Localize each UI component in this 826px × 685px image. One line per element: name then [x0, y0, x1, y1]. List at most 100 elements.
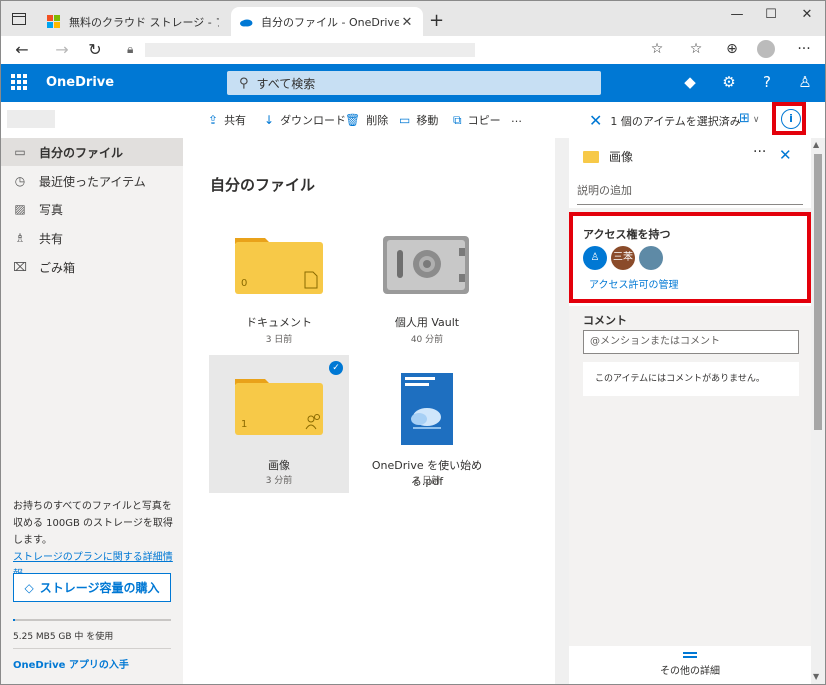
maximize-icon[interactable]: ☐: [761, 7, 781, 22]
more-details-button[interactable]: その他の詳細: [569, 646, 811, 684]
back-icon[interactable]: ←: [11, 40, 33, 59]
file-modified: 3 分前: [265, 476, 293, 486]
tab-title: 自分のファイル - OneDrive: [261, 16, 399, 29]
tab-free-storage[interactable]: 無料のクラウド ストレージ - ファイル共: [39, 7, 227, 37]
share-button[interactable]: ⇪ 共有: [208, 112, 246, 128]
sidebar-item-label: 写真: [39, 202, 64, 217]
microsoft-logo-icon: [47, 15, 60, 28]
file-tile-documents[interactable]: 0 ドキュメント 3 日前: [209, 216, 349, 354]
search-input[interactable]: ⚲ すべて検索: [227, 71, 601, 95]
favorite-star-icon[interactable]: ☆: [646, 41, 668, 57]
settings-more-icon[interactable]: ···: [793, 41, 815, 57]
app-launcher-icon[interactable]: [11, 74, 27, 90]
details-more-button[interactable]: ···: [753, 144, 766, 160]
folder-icon: ▭: [14, 145, 26, 159]
download-label: ダウンロード: [280, 114, 347, 127]
comment-input[interactable]: @メンションまたはコメント: [583, 330, 799, 354]
details-header: 画像 ··· ✕ 説明の追加: [569, 138, 811, 208]
close-icon[interactable]: ✕: [779, 146, 792, 164]
move-icon: ▭: [399, 113, 411, 127]
tab-title: 無料のクラウド ストレージ - ファイル共: [69, 16, 219, 29]
file-name: ドキュメント: [246, 316, 312, 329]
history-icon: ◷: [14, 174, 26, 188]
left-navigation: ▭ 自分のファイル ◷ 最近使ったアイテム ▨ 写真 ♗ 共有 ⌧ ごみ箱 お持…: [1, 138, 183, 684]
shared-folder-icon: 1: [235, 379, 323, 435]
new-tab-icon[interactable]: +: [429, 10, 444, 31]
help-icon[interactable]: ?: [755, 73, 779, 91]
folder-icon: [583, 150, 599, 163]
people-icon: ♗: [14, 231, 26, 245]
sidebar-item-recycle-bin[interactable]: ⌧ ごみ箱: [1, 253, 183, 281]
buy-storage-button[interactable]: ◇ ストレージ容量の購入: [13, 573, 171, 602]
photo-icon: ▨: [14, 202, 26, 216]
refresh-icon[interactable]: ↻: [84, 40, 106, 59]
download-button[interactable]: ↓ ダウンロード: [264, 112, 346, 128]
details-scrollbar[interactable]: ▲ ▼: [811, 138, 825, 684]
file-tile-images[interactable]: ✓ 1 画像 3 分前: [209, 355, 349, 493]
file-name: 画像: [268, 459, 290, 472]
file-modified: 3 日前: [265, 335, 293, 345]
get-app-link[interactable]: OneDrive アプリの入手: [13, 656, 129, 671]
copy-icon: ⧉: [453, 112, 462, 127]
premium-diamond-icon[interactable]: ◆: [678, 73, 702, 91]
brand-title[interactable]: OneDrive: [46, 75, 114, 90]
description-input[interactable]: 説明の追加: [577, 182, 803, 205]
sidebar-item-label: ごみ箱: [39, 260, 76, 275]
lock-icon: 🔒︎: [127, 42, 134, 56]
move-button[interactable]: ▭ 移動: [399, 112, 438, 128]
grid-view-icon: ⊞: [739, 111, 750, 126]
file-tile-personal-vault[interactable]: 個人用 Vault 40 分前: [357, 216, 497, 354]
divider: [13, 648, 171, 649]
forward-icon[interactable]: →: [51, 40, 73, 59]
selection-info: ✕ 1 個のアイテムを選択済み: [589, 111, 741, 130]
details-title-text: 画像: [609, 150, 634, 164]
account-icon[interactable]: ♙: [793, 73, 817, 91]
storage-usage-fill: [13, 619, 15, 621]
sidebar-item-recent[interactable]: ◷ 最近使ったアイテム: [1, 167, 183, 195]
file-name: 個人用 Vault: [394, 316, 460, 329]
delete-button[interactable]: 🗑︎ 削除: [345, 112, 388, 128]
scroll-up-icon[interactable]: ▲: [813, 140, 819, 149]
address-toolbar: ← → ↻ 🔒︎ ☆ ☆ ⊕ ···: [0, 36, 826, 64]
sidebar-item-label: 共有: [39, 231, 64, 246]
main-scrollbar[interactable]: [555, 138, 569, 684]
profile-avatar[interactable]: [757, 40, 775, 58]
trash-icon: 🗑︎: [345, 113, 361, 127]
checkmark-icon[interactable]: ✓: [329, 361, 343, 375]
tab-actions-icon[interactable]: [9, 10, 29, 28]
delete-label: 削除: [366, 114, 389, 127]
storage-usage-bar: [13, 619, 171, 621]
folder-icon: 0: [235, 238, 323, 294]
more-details-label: その他の詳細: [660, 666, 720, 677]
file-tile-pdf[interactable]: OneDrive を使い始める.pdf 2 日前: [357, 355, 497, 493]
sidebar-item-my-files[interactable]: ▭ 自分のファイル: [1, 138, 183, 166]
move-label: 移動: [416, 114, 439, 127]
command-bar: ⇪ 共有 ↓ ダウンロード 🗑︎ 削除 ▭ 移動 ⧉ コピー … ✕ 1 個のア…: [1, 102, 825, 138]
share-icon: ⇪: [208, 113, 219, 127]
more-commands-button[interactable]: …: [511, 112, 522, 125]
close-tab-icon[interactable]: ✕: [399, 15, 415, 30]
pdf-thumbnail-icon: [401, 373, 453, 445]
details-title: 画像: [583, 148, 633, 165]
view-options-button[interactable]: ⊞ ∨: [739, 111, 760, 126]
chevron-down-icon: ∨: [752, 115, 760, 125]
minimize-icon[interactable]: —: [727, 7, 747, 22]
sidebar-item-shared[interactable]: ♗ 共有: [1, 224, 183, 252]
tab-my-files[interactable]: 自分のファイル - OneDrive ✕: [231, 7, 423, 37]
scroll-down-icon[interactable]: ▼: [813, 672, 819, 681]
browser-tabstrip: 無料のクラウド ストレージ - ファイル共 自分のファイル - OneDrive…: [0, 0, 826, 37]
comment-label: コメント: [583, 314, 627, 327]
collections-icon[interactable]: ⊕: [721, 41, 743, 57]
sidebar-item-photos[interactable]: ▨ 写真: [1, 195, 183, 223]
scroll-thumb[interactable]: [814, 154, 822, 430]
copy-button[interactable]: ⧉ コピー: [453, 112, 501, 128]
copy-label: コピー: [467, 114, 501, 127]
no-comments-message: このアイテムにはコメントがありません。: [583, 362, 799, 396]
favorites-icon[interactable]: ☆: [685, 41, 707, 57]
window-close-icon[interactable]: ✕: [797, 7, 817, 22]
clear-selection-icon[interactable]: ✕: [589, 111, 602, 130]
onedrive-header: OneDrive ⚲ すべて検索 ◆ ⚙ ? ♙: [1, 64, 825, 102]
gear-icon[interactable]: ⚙: [717, 73, 741, 91]
file-modified: 40 分前: [410, 335, 444, 345]
address-field[interactable]: 🔒︎: [119, 38, 679, 62]
